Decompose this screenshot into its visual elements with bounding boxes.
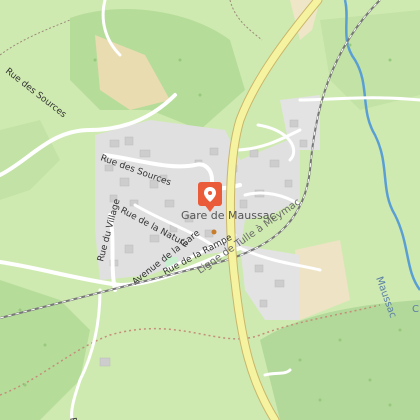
poi-dot[interactable] bbox=[211, 229, 217, 235]
station-label: Gare de Maussac bbox=[181, 209, 276, 222]
map-view[interactable]: Rue des Sources Rue des Sources Rue du V… bbox=[0, 0, 420, 420]
label-river-edge: C bbox=[412, 304, 419, 315]
map-canvas: Rue des Sources Rue des Sources Rue du V… bbox=[0, 0, 420, 420]
